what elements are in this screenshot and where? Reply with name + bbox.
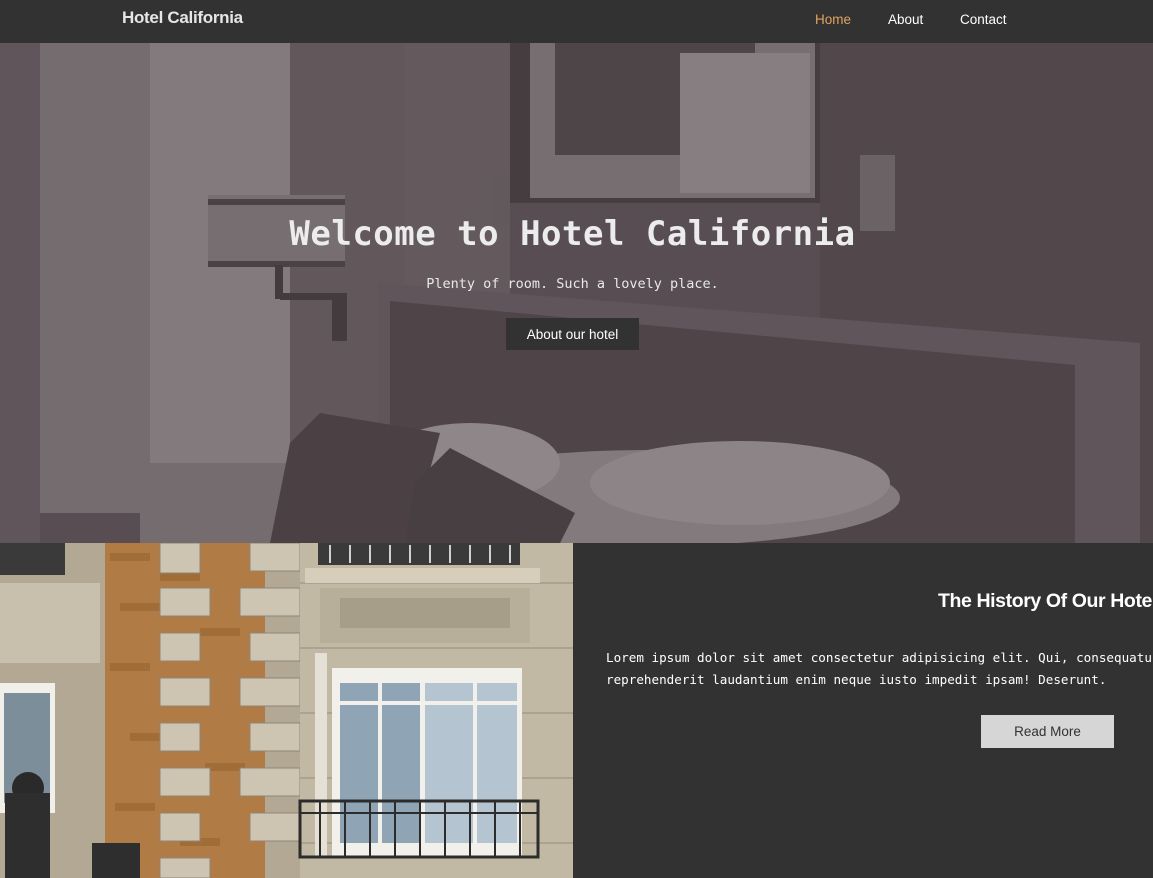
history-title: The History Of Our Hotel — [938, 590, 1153, 612]
hero-overlay — [0, 43, 1153, 543]
hero-section: Welcome to Hotel California Plenty of ro… — [0, 43, 1153, 543]
history-text: Lorem ipsum dolor sit amet consectetur a… — [606, 650, 1153, 687]
history-section: The History Of Our Hotel Lorem ipsum dol… — [573, 543, 1153, 878]
brand-logo[interactable]: Hotel California — [122, 8, 243, 28]
nav-link-home[interactable]: Home — [815, 12, 851, 27]
navbar: Hotel California Home About Contact — [0, 0, 1153, 43]
nav-link-about[interactable]: About — [888, 12, 923, 27]
nav-link-contact[interactable]: Contact — [960, 12, 1007, 27]
read-more-button[interactable]: Read More — [981, 715, 1114, 748]
hero-subtitle: Plenty of room. Such a lovely place. — [426, 276, 719, 292]
building-facade-image — [0, 543, 573, 878]
about-hotel-button[interactable]: About our hotel — [506, 318, 639, 350]
hero-title: Welcome to Hotel California — [289, 214, 856, 254]
